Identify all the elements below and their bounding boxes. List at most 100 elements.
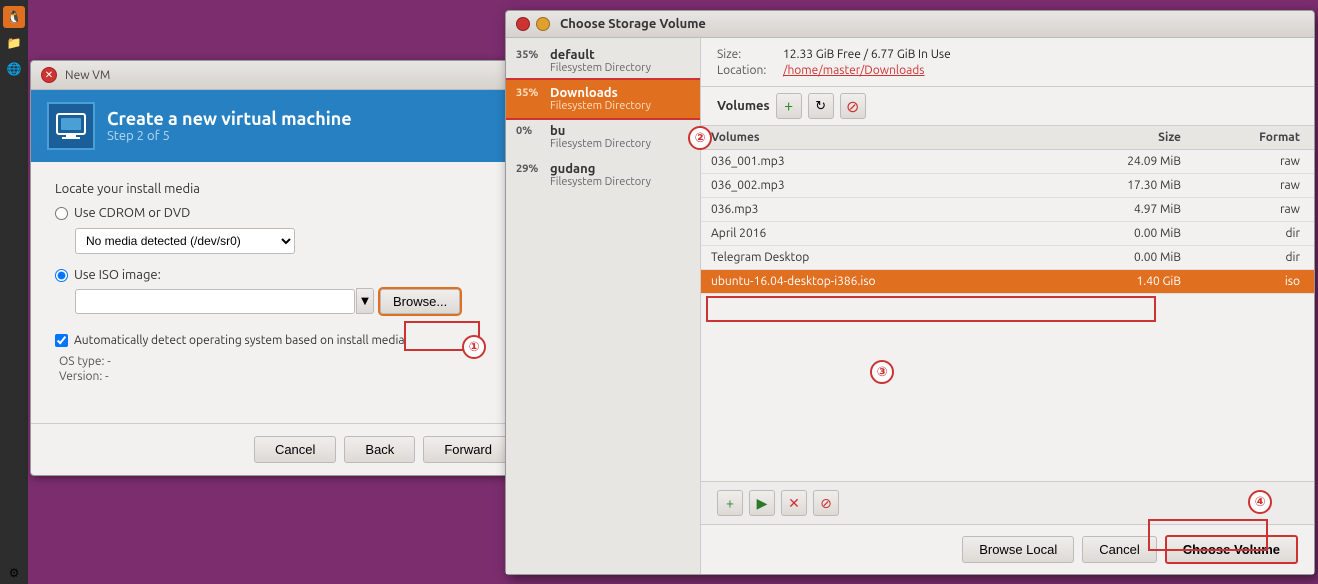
iso-label: Use ISO image: [74, 268, 161, 282]
volume-size-2: 4.97 MiB [1051, 198, 1191, 222]
pool-downloads-name: Downloads [550, 86, 618, 100]
vm-step: Step 2 of 5 [107, 129, 352, 143]
location-info-row: Location: /home/master/Downloads [717, 64, 1298, 77]
location-value: /home/master/Downloads [783, 64, 924, 77]
pool-downloads-type: Filesystem Directory [550, 100, 690, 112]
volume-name-5: ubuntu-16.04-desktop-i386.iso [701, 270, 1051, 294]
add-button[interactable]: + [717, 490, 743, 516]
volume-row-5[interactable]: ubuntu-16.04-desktop-i386.iso 1.40 GiB i… [701, 270, 1314, 294]
size-info-row: Size: 12.33 GiB Free / 6.77 GiB In Use [717, 48, 1298, 61]
volume-row-0[interactable]: 036_001.mp3 24.09 MiB raw [701, 150, 1314, 174]
storage-dialog: Choose Storage Volume 35% default Filesy… [505, 10, 1315, 575]
volume-format-2: raw [1191, 198, 1314, 222]
back-button[interactable]: Back [344, 436, 415, 463]
pool-bu-type: Filesystem Directory [550, 138, 690, 150]
storage-bottom-toolbar: + ▶ ✕ ⊘ [701, 481, 1314, 524]
volume-name-2: 036.mp3 [701, 198, 1051, 222]
new-vm-panel: ✕ New VM Create a new virtual machine St… [30, 60, 530, 476]
pool-item-bu[interactable]: 0% bu Filesystem Directory [506, 118, 700, 156]
browse-button[interactable]: Browse... [380, 289, 460, 314]
col-name[interactable]: Volumes [701, 126, 1051, 150]
delete-button[interactable]: ✕ [781, 490, 807, 516]
pool-downloads-percent: 35% [516, 87, 544, 99]
pool-default-type: Filesystem Directory [550, 62, 690, 74]
cdrom-radio[interactable] [55, 207, 68, 220]
volume-row-3[interactable]: April 2016 0.00 MiB dir [701, 222, 1314, 246]
volumes-label: Volumes [717, 99, 770, 113]
volume-size-0: 24.09 MiB [1051, 150, 1191, 174]
os-info: OS type: - Version: - [59, 355, 505, 383]
volume-size-4: 0.00 MiB [1051, 246, 1191, 270]
new-vm-footer: Cancel Back Forward [31, 423, 529, 475]
stop-button[interactable]: ⊘ [840, 93, 866, 119]
browse-local-button[interactable]: Browse Local [962, 536, 1074, 563]
new-vm-close-button[interactable]: ✕ [41, 67, 57, 83]
cdrom-select[interactable]: No media detected (/dev/sr0) [75, 228, 295, 254]
storage-right: Size: 12.33 GiB Free / 6.77 GiB In Use L… [701, 38, 1314, 574]
pool-item-gudang[interactable]: 29% gudang Filesystem Directory [506, 156, 700, 194]
size-label: Size: [717, 48, 777, 61]
cancel-button[interactable]: Cancel [254, 436, 336, 463]
storage-close-button[interactable] [516, 17, 530, 31]
iso-radio[interactable] [55, 269, 68, 282]
taskbar-icon-browser[interactable]: 🌐 [3, 58, 25, 80]
volume-row-2[interactable]: 036.mp3 4.97 MiB raw [701, 198, 1314, 222]
choose-volume-button[interactable]: Choose Volume [1165, 535, 1298, 564]
vm-header-text: Create a new virtual machine Step 2 of 5 [107, 109, 352, 143]
taskbar: 🐧 📁 🌐 ⚙ [0, 0, 28, 584]
volume-row-4[interactable]: Telegram Desktop 0.00 MiB dir [701, 246, 1314, 270]
size-value: 12.33 GiB Free / 6.77 GiB In Use [783, 48, 951, 61]
locate-label: Locate your install media [55, 182, 505, 196]
storage-minimize-button[interactable] [536, 17, 550, 31]
col-size[interactable]: Size [1051, 126, 1191, 150]
storage-content: 35% default Filesystem Directory 35% Dow… [506, 38, 1314, 574]
iso-input-row: ▼ Browse... [75, 288, 505, 314]
iso-path-input[interactable] [75, 289, 355, 314]
refresh-button[interactable]: ↻ [808, 93, 834, 119]
volume-name-1: 036_002.mp3 [701, 174, 1051, 198]
new-vm-header: Create a new virtual machine Step 2 of 5 [31, 90, 529, 162]
iso-dropdown-arrow[interactable]: ▼ [356, 288, 374, 314]
play-button[interactable]: ▶ [749, 490, 775, 516]
volume-row-1[interactable]: 036_002.mp3 17.30 MiB raw [701, 174, 1314, 198]
volume-size-3: 0.00 MiB [1051, 222, 1191, 246]
location-label: Location: [717, 64, 777, 77]
version-label: Version: [59, 370, 102, 383]
storage-title: Choose Storage Volume [560, 17, 706, 31]
pool-gudang-name: gudang [550, 162, 595, 176]
pool-item-default[interactable]: 35% default Filesystem Directory [506, 42, 700, 80]
radio-group: Use CDROM or DVD No media detected (/dev… [55, 206, 505, 314]
volume-format-3: dir [1191, 222, 1314, 246]
cdrom-dropdown-row: No media detected (/dev/sr0) [75, 228, 505, 254]
forward-button[interactable]: Forward [423, 436, 513, 463]
taskbar-icon-ubuntu[interactable]: 🐧 [3, 6, 25, 28]
version-value: - [105, 370, 108, 383]
taskbar-icon-files[interactable]: 📁 [3, 32, 25, 54]
os-type-value: - [107, 355, 110, 368]
os-type-row: OS type: - [59, 355, 505, 368]
volume-format-4: dir [1191, 246, 1314, 270]
volume-format-0: raw [1191, 150, 1314, 174]
new-vm-titlebar: ✕ New VM [31, 61, 529, 90]
storage-cancel-button[interactable]: Cancel [1082, 536, 1156, 563]
os-type-label: OS type: [59, 355, 104, 368]
cdrom-label: Use CDROM or DVD [74, 206, 190, 220]
volume-size-5: 1.40 GiB [1051, 270, 1191, 294]
col-format[interactable]: Format [1191, 126, 1314, 150]
iso-radio-row: Use ISO image: [55, 268, 505, 282]
storage-footer: Browse Local Cancel Choose Volume Choose… [701, 524, 1314, 574]
volume-name-4: Telegram Desktop [701, 246, 1051, 270]
pool-item-downloads[interactable]: 35% Downloads Filesystem Directory [506, 80, 700, 118]
version-row: Version: - [59, 370, 505, 383]
auto-detect-checkbox[interactable] [55, 334, 68, 347]
pool-bu-percent: 0% [516, 125, 544, 137]
add-volume-button[interactable]: + [776, 93, 802, 119]
taskbar-icon-settings[interactable]: ⚙ [3, 562, 25, 584]
stop2-button[interactable]: ⊘ [813, 490, 839, 516]
volume-table: Volumes Size Format 036_001.mp3 24.09 Mi… [701, 126, 1314, 294]
storage-info: Size: 12.33 GiB Free / 6.77 GiB In Use L… [701, 38, 1314, 87]
volume-size-1: 17.30 MiB [1051, 174, 1191, 198]
volume-name-3: April 2016 [701, 222, 1051, 246]
vm-title: Create a new virtual machine [107, 109, 352, 129]
storage-sidebar: 35% default Filesystem Directory 35% Dow… [506, 38, 701, 574]
